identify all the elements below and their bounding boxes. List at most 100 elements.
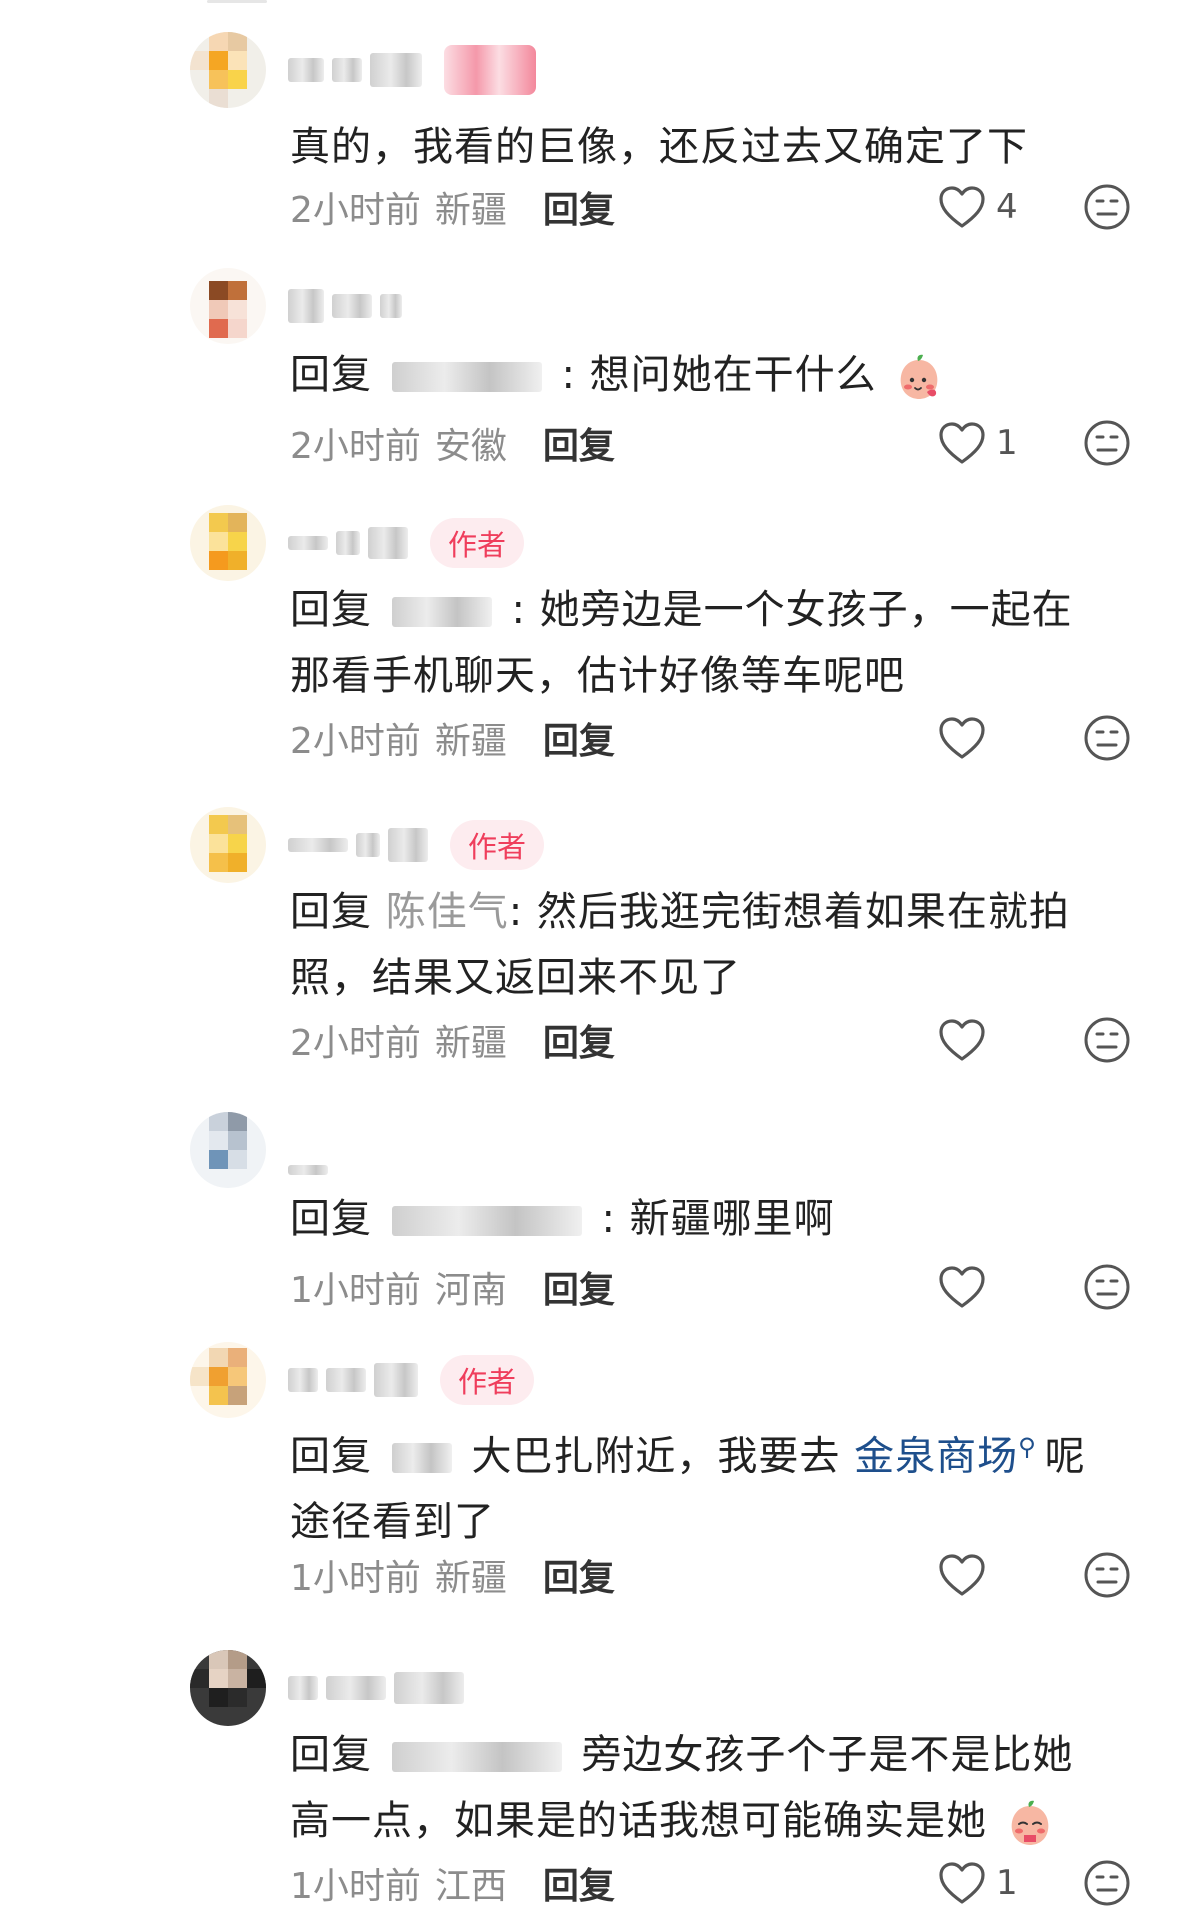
username-blurred	[288, 1676, 318, 1700]
like-button[interactable]: 4	[938, 182, 1018, 232]
comment-meta: 2小时前 新疆 回复	[290, 182, 615, 232]
username-row[interactable]	[288, 268, 402, 344]
dislike-button[interactable]	[1083, 1551, 1131, 1599]
comment-text: 回复 : 想问她在干什么	[290, 342, 1110, 408]
username-row[interactable]	[288, 1650, 464, 1726]
reply-button[interactable]: 回复	[543, 712, 615, 764]
username-blurred	[368, 527, 408, 559]
author-badge: 作者	[450, 820, 545, 870]
dislike-button[interactable]	[1083, 1016, 1131, 1064]
comment-region: 新疆	[434, 190, 507, 231]
avatar[interactable]	[190, 1112, 266, 1188]
heart-outline-icon	[939, 717, 985, 759]
comment-text: 回复 大巴扎附近，我要去 金泉商场⚲ 呢途径看到了	[290, 1414, 1110, 1555]
comment-text: 回复 : 新疆哪里啊	[290, 1186, 1110, 1252]
username-blurred	[380, 294, 402, 318]
username-blurred	[288, 1368, 318, 1392]
dislike-button[interactable]	[1083, 1263, 1131, 1311]
mention-blurred[interactable]	[391, 1742, 562, 1772]
username-row[interactable]	[288, 32, 536, 108]
reply-button[interactable]: 回复	[543, 181, 615, 233]
comment-region: 新疆	[434, 721, 507, 762]
comment-meta: 1小时前 江西 回复	[290, 1858, 615, 1908]
avatar[interactable]	[190, 1342, 266, 1418]
comment-time: 2小时前	[290, 426, 421, 467]
username-row[interactable]: 作者	[288, 505, 525, 581]
meh-face-icon	[1084, 1860, 1130, 1906]
comment-region: 安徽	[434, 426, 507, 467]
meh-face-icon	[1084, 1264, 1130, 1310]
reply-prefix: 回复	[290, 1196, 372, 1242]
username-row[interactable]: 作者	[288, 1342, 535, 1418]
meh-face-icon	[1084, 715, 1130, 761]
mention-blurred[interactable]	[391, 1443, 452, 1474]
comment-meta: 2小时前 安徽 回复	[290, 418, 615, 468]
like-count: 1	[996, 1863, 1018, 1903]
comment-body: 大巴扎附近，我要去	[471, 1433, 841, 1480]
avatar[interactable]	[190, 807, 266, 883]
like-button[interactable]	[938, 713, 986, 763]
comment-region: 河南	[434, 1270, 507, 1311]
reply-button[interactable]: 回复	[543, 1857, 615, 1909]
author-badge: 作者	[440, 1355, 535, 1405]
mention-blurred[interactable]	[391, 362, 542, 392]
avatar[interactable]	[190, 505, 266, 581]
like-button[interactable]	[938, 1015, 986, 1065]
comment-time: 2小时前	[290, 721, 421, 762]
username-blurred	[288, 536, 328, 550]
reply-button[interactable]: 回复	[543, 1014, 615, 1066]
heart-outline-icon	[939, 1019, 985, 1061]
username-blurred	[356, 833, 380, 857]
comment-region: 江西	[434, 1866, 507, 1907]
mention-blurred[interactable]	[391, 597, 492, 627]
comment-region: 新疆	[434, 1023, 507, 1064]
place-link[interactable]: 金泉商场	[854, 1433, 1018, 1479]
reply-prefix: 回复	[290, 1433, 372, 1480]
comment-time: 2小时前	[290, 1023, 421, 1064]
like-button[interactable]: 1	[938, 418, 1018, 468]
comment-body: : 新疆哪里啊	[601, 1196, 835, 1242]
like-count: 1	[996, 423, 1018, 463]
reply-button[interactable]: 回复	[543, 1261, 615, 1313]
username-row[interactable]	[288, 1112, 328, 1188]
comment-time: 1小时前	[290, 1270, 421, 1311]
username-blurred	[288, 838, 348, 852]
like-button[interactable]: 1	[938, 1858, 1018, 1908]
like-button[interactable]	[938, 1550, 986, 1600]
avatar[interactable]	[190, 32, 266, 108]
dislike-button[interactable]	[1083, 1859, 1131, 1907]
username-blurred	[326, 1368, 366, 1392]
heart-outline-icon	[939, 186, 985, 228]
comment-text: 真的，我看的巨像，还反过去又确定了下	[290, 114, 1110, 180]
peach-emoji-icon	[1011, 1800, 1049, 1845]
comment-time: 1小时前	[290, 1866, 421, 1907]
reply-prefix: 回复	[290, 1732, 372, 1778]
dislike-button[interactable]	[1083, 419, 1131, 467]
comment-meta: 2小时前 新疆 回复	[290, 1015, 615, 1065]
username-blurred	[374, 1363, 418, 1397]
comment-meta: 1小时前 河南 回复	[290, 1262, 615, 1312]
meh-face-icon	[1084, 420, 1130, 466]
mention-blurred[interactable]	[391, 1206, 582, 1236]
dislike-button[interactable]	[1083, 183, 1131, 231]
like-button[interactable]	[938, 1262, 986, 1312]
username-blurred	[394, 1672, 464, 1704]
username-blurred	[370, 53, 422, 87]
reply-button[interactable]: 回复	[543, 1549, 615, 1601]
avatar[interactable]	[190, 268, 266, 344]
avatar[interactable]	[190, 1650, 266, 1726]
search-icon[interactable]: ⚲	[1018, 1414, 1037, 1480]
username-blurred	[388, 828, 428, 862]
username-row[interactable]: 作者	[288, 807, 545, 883]
author-badge: 作者	[430, 518, 525, 568]
mention-name[interactable]: 陈佳气	[386, 889, 509, 935]
dislike-button[interactable]	[1083, 714, 1131, 762]
heart-outline-icon	[939, 1862, 985, 1904]
comment-text: 回复 : 她旁边是一个女孩子，一起在那看手机聊天，估计好像等车呢吧	[290, 577, 1110, 709]
comment-body: 真的，我看的巨像，还反过去又确定了下	[290, 124, 1028, 170]
peach-emoji-icon	[901, 354, 938, 399]
comment-time: 2小时前	[290, 190, 421, 231]
username-blurred	[332, 294, 372, 318]
reply-button[interactable]: 回复	[543, 417, 615, 469]
heart-outline-icon	[939, 1554, 985, 1596]
